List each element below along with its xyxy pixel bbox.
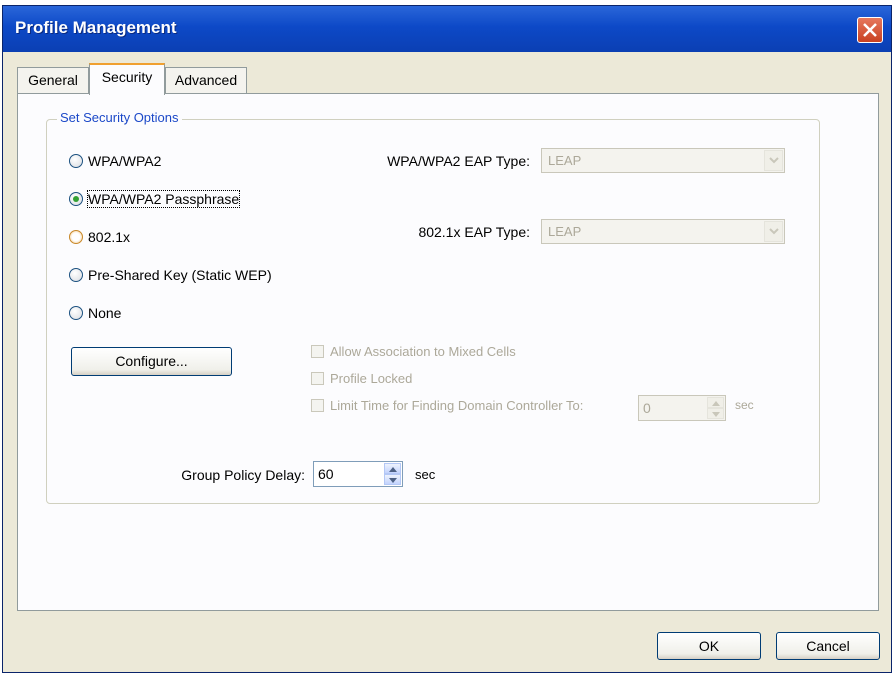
radio-wpa-wpa2-passphrase[interactable]: WPA/WPA2 Passphrase <box>69 190 241 208</box>
radio-label: WPA/WPA2 <box>88 153 162 169</box>
combo-value: LEAP <box>548 153 582 168</box>
cancel-button[interactable]: Cancel <box>776 632 880 660</box>
radio-wpa-wpa2[interactable]: WPA/WPA2 <box>69 153 161 169</box>
chevron-down-icon[interactable] <box>764 150 783 171</box>
tab-advanced[interactable]: Advanced <box>165 67 247 93</box>
checkbox-box[interactable] <box>311 399 324 412</box>
limit-time-unit: sec <box>735 398 754 412</box>
spin-down-icon[interactable] <box>707 408 724 419</box>
spinner-value: 0 <box>643 400 651 416</box>
security-tab-panel: Set Security Options WPA/WPA2 WPA/WPA2 P… <box>17 93 879 611</box>
close-button[interactable] <box>857 17 883 43</box>
radio-indicator[interactable] <box>69 230 83 244</box>
checkbox-label: Profile Locked <box>330 371 413 386</box>
chevron-down-icon[interactable] <box>764 221 783 242</box>
group-policy-delay-unit: sec <box>415 467 436 482</box>
spin-up-icon[interactable] <box>707 397 724 408</box>
checkbox-mixed-cells[interactable]: Allow Association to Mixed Cells <box>311 344 516 359</box>
spin-down-icon[interactable] <box>384 474 401 485</box>
wpa-eap-type-label: WPA/WPA2 EAP Type: <box>387 153 530 169</box>
radio-label: 802.1x <box>88 229 131 245</box>
checkbox-label: Allow Association to Mixed Cells <box>330 344 516 359</box>
radio-802-1x[interactable]: 802.1x <box>69 229 130 245</box>
spinner-buttons <box>384 463 401 485</box>
group-policy-delay-spinner[interactable]: 60 <box>313 461 403 487</box>
radio-none[interactable]: None <box>69 305 121 321</box>
tab-security[interactable]: Security <box>89 63 165 95</box>
spinner-buttons <box>707 397 724 419</box>
radio-pre-shared-key[interactable]: Pre-Shared Key (Static WEP) <box>69 267 272 283</box>
radio-label: Pre-Shared Key (Static WEP) <box>88 267 272 283</box>
combo-value: LEAP <box>548 224 582 239</box>
spin-up-icon[interactable] <box>384 463 401 474</box>
checkbox-label: Limit Time for Finding Domain Controller… <box>330 398 584 413</box>
checkbox-limit-time[interactable]: Limit Time for Finding Domain Controller… <box>311 398 583 413</box>
limit-time-spinner[interactable]: 0 <box>638 395 726 421</box>
dot1x-eap-type-label: 802.1x EAP Type: <box>418 224 530 240</box>
profile-management-dialog: Profile Management General Security Adva… <box>2 5 892 673</box>
title-bar: Profile Management <box>3 6 891 52</box>
dot1x-eap-type-select[interactable]: LEAP <box>541 219 785 244</box>
close-icon <box>863 23 877 37</box>
checkbox-profile-locked[interactable]: Profile Locked <box>311 371 412 386</box>
tab-general[interactable]: General <box>17 67 89 93</box>
radio-indicator[interactable] <box>69 306 83 320</box>
checkbox-box[interactable] <box>311 345 324 358</box>
spinner-value: 60 <box>318 466 334 482</box>
ok-button[interactable]: OK <box>657 632 761 660</box>
radio-indicator[interactable] <box>69 154 83 168</box>
wpa-eap-type-select[interactable]: LEAP <box>541 148 785 173</box>
group-policy-delay-label: Group Policy Delay: <box>181 467 305 483</box>
radio-indicator[interactable] <box>69 268 83 282</box>
security-options-group: Set Security Options WPA/WPA2 WPA/WPA2 P… <box>46 110 820 504</box>
radio-label: WPA/WPA2 Passphrase <box>86 190 241 208</box>
configure-button[interactable]: Configure... <box>71 347 232 376</box>
window-title: Profile Management <box>15 18 177 37</box>
group-label: Set Security Options <box>57 110 182 125</box>
radio-label: None <box>88 305 122 321</box>
radio-indicator[interactable] <box>69 192 83 206</box>
checkbox-box[interactable] <box>311 372 324 385</box>
